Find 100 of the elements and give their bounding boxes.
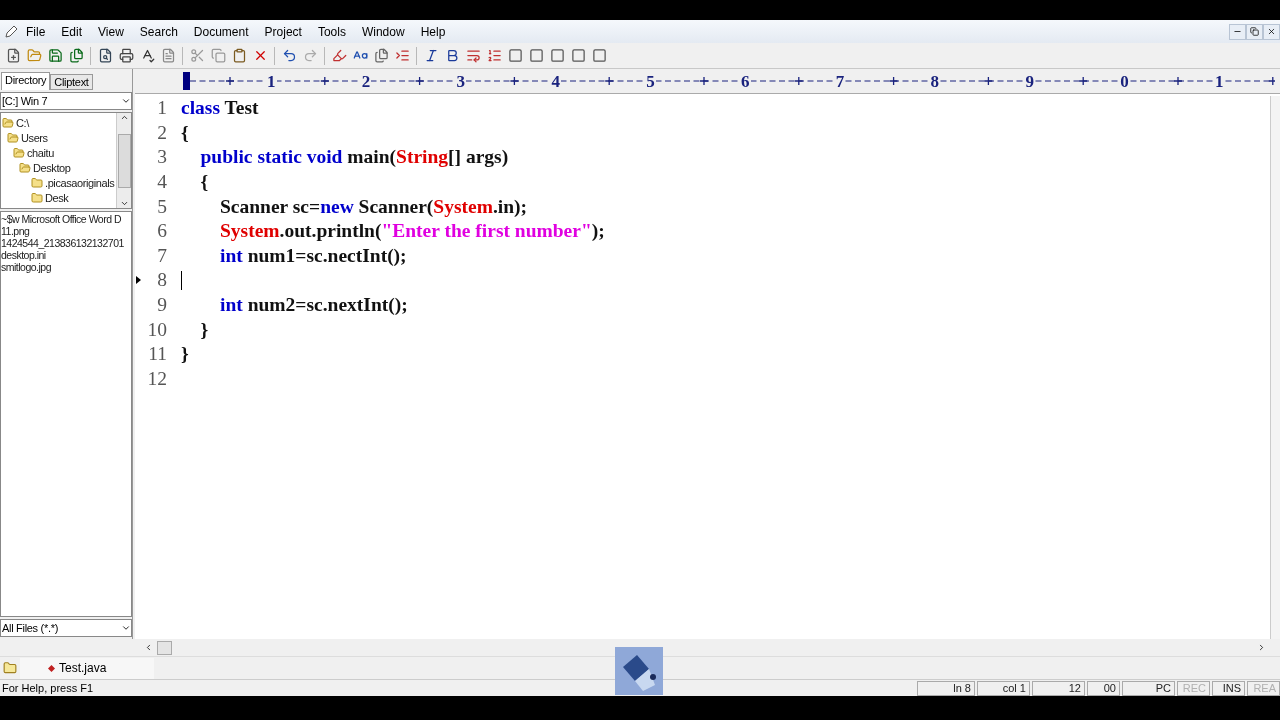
line-number: 8 (156, 269, 167, 292)
code-text: .out.println( (279, 220, 382, 243)
code-text: Test (223, 97, 259, 120)
restore-button[interactable] (1246, 23, 1263, 40)
code-text: ); (591, 220, 605, 243)
save-icon[interactable] (46, 46, 64, 65)
open-folder-icon (13, 146, 25, 159)
code-text: } (199, 318, 209, 341)
keyword-text: int (219, 294, 243, 317)
status-panel: PC (1122, 680, 1175, 696)
code-text: } (181, 343, 189, 366)
window-icon[interactable] (527, 46, 545, 65)
folder-item[interactable]: Users (1, 130, 116, 145)
save-all-icon[interactable] (67, 46, 85, 65)
file-name-entry[interactable]: smitlogo.jpg (1, 261, 131, 273)
window-icon[interactable] (569, 46, 587, 65)
scroll-thumb[interactable] (117, 133, 131, 188)
documents-icon[interactable] (372, 46, 390, 65)
close-button[interactable] (1263, 23, 1280, 40)
class-name-text: System (433, 195, 493, 218)
text-caret (181, 270, 182, 290)
line-number: 9 (156, 294, 167, 317)
window-icon[interactable] (548, 46, 566, 65)
line-number: 5 (156, 195, 167, 218)
menu-item[interactable]: View (90, 24, 132, 39)
window-icon[interactable] (590, 46, 608, 65)
keyword-text: int (219, 244, 243, 267)
restore-icon (1250, 27, 1259, 36)
line-number: 1 (156, 97, 167, 120)
caret-icon (121, 623, 131, 633)
code-text: [] args) (448, 146, 509, 169)
folder-icon (31, 176, 43, 189)
code-text: { (199, 171, 209, 194)
pencil-icon (4, 24, 18, 39)
status-panel: REA (1247, 680, 1280, 696)
folder-item[interactable]: Desktop (1, 160, 116, 175)
menu-item[interactable]: Edit (53, 24, 91, 39)
code-text: .in); (492, 195, 528, 218)
code-text: num1=sc.nectInt(); (246, 244, 407, 267)
line-number: 10 (146, 318, 167, 341)
line-number: 4 (156, 171, 167, 194)
code-text: main( (346, 146, 397, 169)
scroll-thumb[interactable] (157, 640, 172, 655)
line-number: 3 (156, 146, 167, 169)
status-panel: 12 (1032, 680, 1085, 696)
panel-tab[interactable]: Directory (1, 72, 51, 90)
folder-item[interactable]: C:\ (1, 115, 116, 130)
file-name-entry[interactable]: 11.png (1, 225, 131, 237)
menu-item[interactable]: Document (185, 24, 257, 39)
file-name-entry[interactable]: 1424544_213836132132701 (1, 237, 131, 249)
menu-item[interactable]: Project (256, 24, 310, 39)
cube-logo-icon (615, 647, 663, 695)
folder-icon (31, 191, 43, 204)
code-text: num2=sc.nextInt(); (246, 294, 408, 317)
line-number: 7 (156, 244, 167, 267)
line-number: 6 (156, 220, 167, 243)
code-text: { (181, 121, 189, 144)
menu-item[interactable]: Help (412, 24, 454, 39)
status-panel: ln 8 (917, 680, 975, 696)
keyword-text: public static void (199, 146, 343, 169)
line-number: 11 (147, 343, 167, 366)
open-folder-icon (2, 116, 14, 129)
code-text: Scanner( (357, 195, 434, 218)
class-name-text: System (219, 220, 280, 243)
open-folder-icon (19, 161, 31, 174)
status-panel: 00 (1087, 680, 1120, 696)
drive-dropdown[interactable]: [C:] Win 7 (0, 92, 132, 110)
folder-item[interactable]: .picasaoriginals (1, 175, 116, 190)
class-name-text: String (396, 146, 449, 169)
document-tab[interactable]: Test.java (20, 657, 154, 679)
file-name-entry[interactable]: desktop.ini (1, 249, 131, 261)
menu-item[interactable]: File (18, 24, 54, 39)
open-folder-icon (7, 131, 19, 144)
scrollbar[interactable] (116, 113, 131, 208)
line-number: 2 (156, 121, 167, 144)
status-panel: INS (1212, 680, 1245, 696)
folder-item[interactable]: Desk (1, 190, 116, 205)
line-number: 12 (146, 367, 167, 390)
menu-item[interactable]: Window (353, 24, 413, 39)
menu-item[interactable]: Search (131, 24, 186, 39)
keyword-text: class (181, 97, 220, 120)
diamond-icon (48, 664, 55, 672)
caret-icon (121, 96, 131, 106)
status-panel: REC (1177, 680, 1210, 696)
filter-dropdown[interactable]: All Files (*.*) (0, 619, 132, 637)
help-text: For Help, press F1 (1, 682, 95, 694)
folder-icon[interactable] (3, 661, 17, 675)
panel-tab[interactable]: Cliptext (50, 74, 93, 90)
file-name-entry[interactable]: ~$w Microsoft Office Word D (1, 213, 131, 225)
status-panel: col 1 (977, 680, 1030, 696)
keyword-text: new (320, 195, 354, 218)
window-icon[interactable] (506, 46, 524, 65)
printer-icon[interactable] (117, 46, 135, 65)
menu-item[interactable]: Tools (309, 24, 354, 39)
code-text: Scanner sc= (219, 195, 321, 218)
string-literal: "Enter the first number" (381, 220, 592, 243)
scrollbar[interactable] (1270, 96, 1280, 639)
close-icon (1267, 27, 1276, 36)
folder-item[interactable]: chaitu (1, 145, 116, 160)
minimize-button[interactable] (1229, 23, 1246, 40)
